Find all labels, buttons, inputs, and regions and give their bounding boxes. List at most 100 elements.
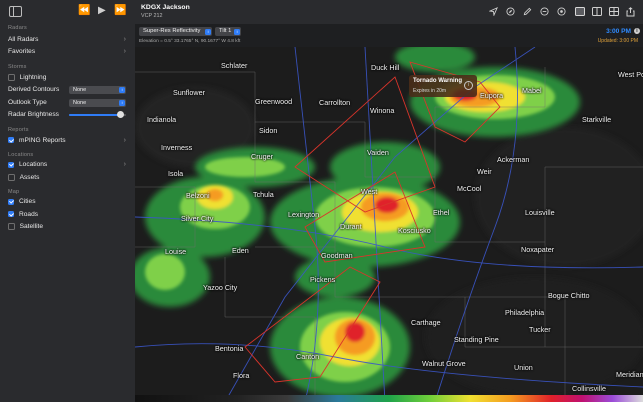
roads-checkbox[interactable] — [8, 211, 14, 218]
chevron-right-icon: › — [123, 161, 126, 169]
city-label[interactable]: Tucker — [529, 325, 551, 334]
dual-pane-icon[interactable] — [591, 7, 602, 18]
roads-label: Roads — [19, 210, 39, 218]
single-pane-icon[interactable] — [574, 7, 585, 18]
radar-brightness-label: Radar Brightness — [8, 111, 59, 119]
info-icon[interactable]: i — [464, 81, 473, 90]
city-label[interactable]: Lexington — [288, 210, 319, 219]
city-label[interactable]: Flora — [233, 371, 249, 380]
roads-toggle[interactable]: Roads — [0, 208, 135, 221]
mping-toggle[interactable]: mPING Reports › — [0, 134, 135, 147]
info-icon[interactable]: i — [634, 28, 640, 34]
locations-toggle[interactable]: Locations › — [0, 159, 135, 172]
timer-icon[interactable] — [539, 7, 550, 18]
sidebar: ⏪ ▶ ⏩ Radars All Radars › Favorites › St… — [0, 0, 136, 402]
favorites-item[interactable]: Favorites › — [0, 46, 135, 59]
location-arrow-icon[interactable] — [488, 7, 499, 18]
locations-checkbox[interactable] — [8, 161, 14, 168]
tornado-warning-callout[interactable]: Tornado Warning Expires in 20m i — [409, 75, 477, 97]
city-label[interactable]: Standing Pine — [454, 335, 499, 344]
city-label[interactable]: Durant — [340, 222, 362, 231]
city-label[interactable]: Weir — [477, 167, 492, 176]
city-label[interactable]: Kosciusko — [398, 226, 431, 235]
city-label[interactable]: Canton — [296, 352, 319, 361]
city-label[interactable]: Greenwood — [255, 97, 292, 106]
city-label[interactable]: Meridian — [616, 370, 643, 379]
city-label[interactable]: Belzoni — [186, 191, 210, 200]
locations-label: Locations — [19, 161, 48, 169]
quad-pane-icon[interactable] — [608, 7, 619, 18]
city-label[interactable]: Duck Hill — [371, 63, 399, 72]
city-label[interactable]: Silver City — [181, 214, 213, 223]
station-title[interactable]: KDGX Jackson — [141, 4, 190, 11]
sidebar-toggle-icon[interactable] — [9, 6, 22, 17]
city-label[interactable]: Sunflower — [173, 88, 205, 97]
city-label[interactable]: Tchula — [253, 190, 274, 199]
assets-toggle[interactable]: Assets — [0, 171, 135, 184]
city-label[interactable]: Philadelphia — [505, 308, 544, 317]
scan-time[interactable]: 3:00 PM — [606, 28, 631, 35]
cities-toggle[interactable]: Cities — [0, 196, 135, 209]
city-label[interactable]: Noxapater — [521, 245, 554, 254]
settings-icon[interactable] — [556, 7, 567, 18]
lightning-toggle[interactable]: Lightning — [0, 71, 135, 84]
city-label[interactable]: Eupora — [480, 91, 503, 100]
share-icon[interactable] — [625, 7, 636, 19]
city-label[interactable]: Schlater — [221, 61, 247, 70]
city-label[interactable]: Isola — [168, 169, 183, 178]
satellite-checkbox[interactable] — [8, 223, 15, 231]
satellite-toggle[interactable]: Satellite — [0, 221, 135, 234]
slider-knob[interactable] — [116, 111, 124, 118]
city-label[interactable]: Ackerman — [497, 155, 529, 164]
city-label[interactable]: Winona — [370, 106, 394, 115]
city-label[interactable]: Carrollton — [319, 98, 350, 107]
city-label[interactable]: West — [361, 187, 377, 196]
city-label[interactable]: Carthage — [411, 318, 441, 327]
outlook-type-select[interactable]: None ↕ — [69, 98, 126, 107]
derived-contours-select[interactable]: None ↕ — [69, 86, 126, 94]
cities-label: Cities — [19, 198, 36, 206]
mping-checkbox[interactable] — [8, 137, 14, 144]
reflectivity-color-scale — [135, 395, 643, 402]
radar-layer — [135, 47, 643, 402]
radar-map[interactable]: Schlater Duck Hill West Point Sunflower … — [135, 47, 643, 402]
section-map: Map — [8, 188, 20, 195]
pencil-icon[interactable] — [522, 7, 533, 18]
city-label[interactable]: Mabel — [522, 86, 542, 95]
city-label[interactable]: Bentonia — [215, 344, 243, 353]
city-label[interactable]: Eden — [232, 246, 249, 255]
city-label[interactable]: Louisville — [525, 208, 555, 217]
city-label[interactable]: Walnut Grove — [422, 359, 466, 368]
vcp-label: VCP 212 — [141, 13, 163, 19]
city-label[interactable]: Louise — [165, 247, 186, 256]
city-label[interactable]: Collinsville — [572, 384, 606, 393]
all-radars-item[interactable]: All Radars › — [0, 33, 135, 46]
city-label[interactable]: Ethel — [433, 208, 449, 217]
city-label[interactable]: Pickens — [310, 275, 335, 284]
compass-icon[interactable] — [505, 7, 516, 18]
skip-forward-icon[interactable]: ⏩ — [114, 5, 126, 16]
city-label[interactable]: Bogue Chitto — [548, 291, 590, 300]
cities-checkbox[interactable] — [8, 198, 14, 205]
city-label[interactable]: McCool — [457, 184, 481, 193]
city-label[interactable]: Starkville — [582, 115, 611, 124]
product-select[interactable]: Super-Res Reflectivity ↕ — [139, 27, 212, 36]
elevation-readout: Elevation = 0.5° 33.1765° N, 90.1677° W … — [139, 39, 241, 44]
chevron-updown-icon: ↕ — [234, 28, 240, 35]
city-label[interactable]: West Point — [618, 70, 643, 79]
assets-checkbox[interactable] — [8, 173, 15, 181]
skip-back-icon[interactable]: ⏪ — [78, 5, 90, 16]
city-label[interactable]: Sidon — [259, 126, 277, 135]
city-label[interactable]: Inverness — [161, 143, 192, 152]
city-label[interactable]: Vaiden — [367, 148, 389, 157]
lightning-checkbox[interactable] — [8, 73, 15, 81]
radar-brightness-slider[interactable] — [69, 111, 126, 118]
city-label[interactable]: Goodman — [321, 251, 353, 260]
tilt-select[interactable]: Tilt 1 ↕ — [215, 27, 241, 36]
chevron-right-icon: › — [123, 48, 126, 56]
city-label[interactable]: Indianola — [147, 115, 176, 124]
city-label[interactable]: Cruger — [251, 152, 273, 161]
city-label[interactable]: Yazoo City — [203, 283, 237, 292]
play-icon[interactable]: ▶ — [98, 5, 106, 16]
city-label[interactable]: Union — [514, 363, 533, 372]
